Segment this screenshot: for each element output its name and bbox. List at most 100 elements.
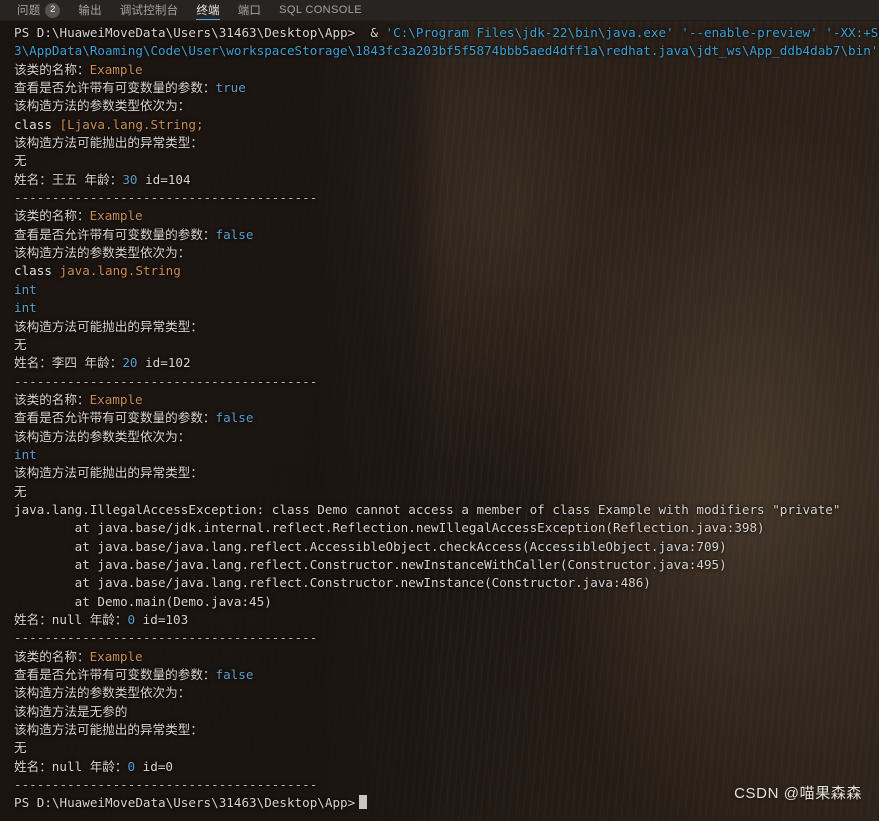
terminal-text: Example: [89, 648, 143, 664]
terminal-text: ----------------------------------------: [14, 190, 318, 206]
tab-label: 终端: [196, 5, 220, 17]
panel-root: 问题 2 输出 调试控制台 终端 端口 SQL CONSOLE PS D:\HuaweiMo…: [0, 0, 879, 821]
terminal-text: 无: [14, 740, 27, 756]
terminal-text: 该类的名称：: [14, 648, 90, 664]
terminal-line: int: [14, 446, 879, 464]
terminal-line: 姓名：李四 年龄：20 id=102: [14, 354, 879, 372]
terminal-text: id=104: [137, 171, 191, 187]
terminal-text: at java.base/jdk.internal.reflect.Reflec…: [14, 520, 765, 536]
terminal-line: at Demo.main(Demo.java:45): [14, 593, 879, 611]
terminal-line: at java.base/java.lang.reflect.Accessibl…: [14, 538, 879, 556]
terminal-text: PS D:\HuaweiMoveData\Users\31463\Desktop…: [14, 25, 356, 40]
terminal-line: at java.base/java.lang.reflect.Construct…: [14, 556, 879, 574]
terminal-text: 该构造方法可能抛出的异常类型：: [14, 722, 203, 738]
terminal-text: int: [14, 446, 37, 462]
terminal-text: id=103: [135, 612, 189, 627]
terminal-text: id=0: [135, 758, 173, 774]
terminal-text: 查看是否允许带有可变数量的参数：: [14, 667, 216, 683]
terminal-text: 该构造方法可能抛出的异常类型：: [14, 465, 203, 481]
terminal-line: 查看是否允许带有可变数量的参数：false: [14, 666, 879, 684]
terminal-line: 该构造方法可能抛出的异常类型：: [14, 721, 879, 739]
terminal-text: 该构造方法的参数类型依次为：: [14, 428, 191, 444]
terminal-text: 该构造方法可能抛出的异常类型：: [14, 318, 203, 334]
terminal-text: 姓名：null 年龄：: [14, 758, 128, 774]
terminal-text: java.lang.String: [51, 263, 181, 279]
terminal-text: 无: [14, 483, 27, 499]
terminal-text: ----------------------------------------: [14, 630, 318, 646]
terminal-line: 姓名：王五 年龄：30 id=104: [14, 171, 879, 189]
terminal-line: 该类的名称：Example: [14, 391, 879, 409]
terminal-text: 该类的名称：: [14, 208, 90, 224]
terminal-text: 该构造方法可能抛出的异常类型：: [14, 135, 203, 151]
terminal-line: 姓名：null 年龄：0 id=0: [14, 758, 879, 776]
terminal-line: 该构造方法可能抛出的异常类型：: [14, 318, 879, 336]
tab-label: 端口: [237, 5, 262, 17]
terminal-line: 无: [14, 336, 879, 354]
terminal-output[interactable]: PS D:\HuaweiMoveData\Users\31463\Desktop…: [14, 24, 879, 813]
terminal-text: int: [14, 281, 37, 297]
terminal-text: false: [215, 410, 254, 426]
terminal-text: 20: [122, 355, 138, 371]
terminal-text: 0: [127, 758, 136, 774]
terminal-line: 该类的名称：Example: [14, 648, 879, 666]
terminal-text: Example: [89, 208, 143, 224]
tab-label: SQL CONSOLE: [279, 4, 362, 16]
terminal-text: 查看是否允许带有可变数量的参数：: [14, 410, 216, 426]
terminal-text: Example: [89, 391, 143, 407]
terminal-line: 3\AppData\Roaming\Code\User\workspaceSto…: [14, 42, 879, 60]
terminal-line: 无: [14, 152, 879, 170]
terminal-line: class java.lang.String: [14, 262, 879, 280]
terminal-text: class: [14, 116, 52, 132]
terminal-line: int: [14, 281, 879, 299]
terminal-line: 该构造方法可能抛出的异常类型：: [14, 134, 879, 152]
terminal-text: 该构造方法的参数类型依次为：: [14, 245, 191, 261]
terminal-line: 该构造方法的参数类型依次为：: [14, 684, 879, 702]
terminal-text: 姓名：李四 年龄：: [14, 355, 123, 371]
terminal-text: [Ljava.lang.String;: [51, 116, 204, 132]
terminal-line: at java.base/jdk.internal.reflect.Reflec…: [14, 519, 879, 537]
terminal-text: false: [215, 226, 254, 242]
terminal-text: 3\AppData\Roaming\Code\User\workspaceSto…: [14, 43, 879, 59]
terminal-line: class [Ljava.lang.String;: [14, 116, 879, 134]
terminal-line: 该构造方法的参数类型依次为：: [14, 244, 879, 262]
terminal-text: 姓名：null 年龄：: [14, 612, 128, 627]
terminal-text: 查看是否允许带有可变数量的参数：: [14, 80, 216, 96]
terminal-panel[interactable]: PS D:\HuaweiMoveData\Users\31463\Desktop…: [0, 21, 879, 821]
terminal-text: 无: [14, 336, 27, 352]
tab-3[interactable]: 终端: [187, 0, 228, 20]
terminal-text: 'C:\Program Files\jdk-22\bin\java.exe' '…: [385, 25, 879, 40]
terminal-line: 该构造方法可能抛出的异常类型：: [14, 464, 879, 482]
terminal-text: 该构造方法的参数类型依次为：: [14, 98, 191, 114]
tab-label: 问题: [17, 5, 41, 17]
terminal-text: int: [14, 300, 37, 316]
terminal-line: 查看是否允许带有可变数量的参数：false: [14, 226, 879, 244]
tab-2[interactable]: 调试控制台: [111, 0, 188, 20]
tab-0[interactable]: 问题 2: [8, 0, 69, 20]
terminal-text: at java.base/java.lang.reflect.Accessibl…: [14, 538, 727, 554]
terminal-text: 姓名：王五 年龄：: [14, 171, 123, 187]
terminal-text: PS D:\HuaweiMoveData\Users\31463\Desktop…: [14, 795, 356, 811]
tab-5[interactable]: SQL CONSOLE: [270, 0, 371, 20]
terminal-text: 30: [122, 171, 138, 187]
terminal-line: ----------------------------------------: [14, 189, 879, 207]
terminal-line: 该类的名称：Example: [14, 207, 879, 225]
terminal-text: false: [215, 667, 254, 683]
terminal-text: 该构造方法的参数类型依次为：: [14, 685, 191, 701]
terminal-text: 该类的名称：: [14, 391, 90, 407]
terminal-cursor: [359, 795, 368, 810]
terminal-text: at Demo.main(Demo.java:45): [14, 593, 272, 609]
terminal-line: PS D:\HuaweiMoveData\Users\31463\Desktop…: [14, 24, 879, 42]
terminal-line: 无: [14, 483, 879, 501]
tab-1[interactable]: 输出: [69, 0, 110, 20]
csdn-watermark: CSDN @喵果森森: [734, 785, 862, 802]
terminal-line: java.lang.IllegalAccessException: class …: [14, 501, 879, 519]
terminal-line: ----------------------------------------: [14, 629, 879, 647]
tab-badge-count: 2: [45, 2, 61, 18]
panel-tabbar: 问题 2 输出 调试控制台 终端 端口 SQL CONSOLE: [0, 0, 879, 21]
tab-4[interactable]: 端口: [229, 0, 270, 20]
tab-label: 输出: [78, 5, 102, 17]
terminal-line: at java.base/java.lang.reflect.Construct…: [14, 574, 879, 592]
terminal-text: class: [14, 263, 52, 279]
terminal-text: &: [355, 25, 386, 40]
terminal-text: 0: [127, 612, 136, 627]
